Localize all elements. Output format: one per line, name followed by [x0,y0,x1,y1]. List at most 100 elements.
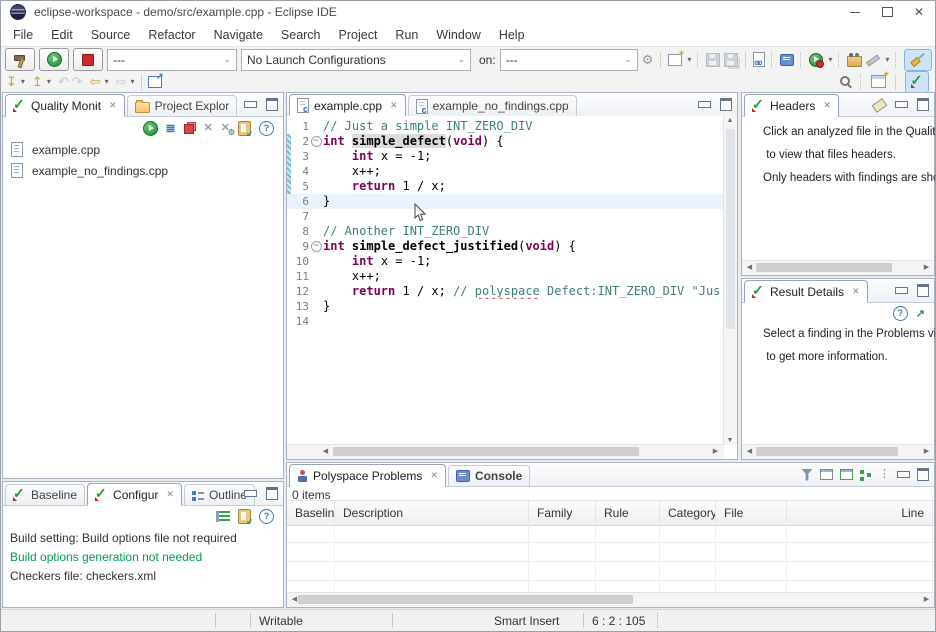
scroll-up-icon[interactable]: ▲ [724,117,736,124]
tab-headers[interactable]: Headers ✕ [744,94,839,117]
search-icon[interactable] [839,75,852,88]
help-icon[interactable]: ? [893,306,908,321]
forward-dropdown-arrow[interactable]: ▾ [130,77,134,86]
save-all-icon[interactable] [724,53,738,67]
code-line[interactable]: 13} [287,299,724,314]
maximize-panel-icon[interactable] [266,487,278,500]
close-icon[interactable]: ✕ [390,100,398,111]
back-dropdown-arrow[interactable]: ▾ [105,77,109,86]
tab-result-details[interactable]: Result Details ✕ [744,280,868,303]
build-button[interactable] [5,48,35,71]
filter-icon[interactable] [801,469,813,481]
build-config-combo[interactable]: --- ⌄ [107,49,237,71]
code-line[interactable]: 11 x++; [287,269,724,284]
menu-edit[interactable]: Edit [42,25,82,45]
open-report-icon[interactable] [840,469,853,480]
remove-results-icon[interactable] [184,122,196,134]
column-header-category[interactable]: Category [660,501,716,525]
minimize-panel-icon[interactable] [897,471,910,478]
save-icon[interactable] [706,53,720,67]
minimize-panel-icon[interactable] [698,101,711,108]
code-line[interactable]: 14 [287,314,724,329]
launch-target-combo[interactable]: --- ⌄ [500,49,638,71]
table-row[interactable] [287,562,934,581]
scrollbar-thumb[interactable] [333,447,639,456]
column-header-line[interactable]: Line [787,501,933,525]
open-type-icon[interactable] [847,56,862,67]
minimize-panel-icon[interactable] [244,490,257,497]
menu-project[interactable]: Project [330,25,387,45]
run-dropdown-arrow[interactable]: ▾ [828,55,832,64]
scrollbar-thumb[interactable] [726,129,735,329]
editor-tab-example-cpp[interactable]: example.cpp✕ [289,94,406,117]
editor-horizontal-scrollbar[interactable]: ◀ ▶ [287,444,724,459]
config-tab-baseline[interactable]: Baseline [5,484,85,505]
sort-list-icon[interactable]: ≣ [166,122,176,134]
code-line[interactable]: 8// Another INT_ZERO_DIV [287,224,724,239]
scroll-right-icon[interactable]: ▶ [920,445,933,458]
scroll-left-icon[interactable]: ◀ [743,261,756,274]
scroll-down-icon[interactable]: ▼ [724,437,736,444]
config-tab-configur[interactable]: Configur✕ [87,483,182,506]
problems-tab-polyspace-problems[interactable]: Polyspace Problems✕ [289,464,446,487]
maximize-panel-icon[interactable] [917,98,929,111]
help-icon[interactable]: ? [259,509,274,524]
external-tools-icon[interactable] [866,53,880,66]
maximize-panel-icon[interactable] [917,468,929,481]
maximize-panel-icon[interactable] [720,98,732,111]
column-header-description[interactable]: Description [335,501,529,525]
build-variables-icon[interactable] [753,52,765,67]
column-header-family[interactable]: Family [529,501,596,525]
code-line[interactable]: 1// Just a simple INT_ZERO_DIV [287,119,724,134]
maximize-button[interactable] [871,1,903,24]
close-icon[interactable]: ✕ [109,100,117,111]
copy-view-icon[interactable] [820,469,833,480]
file-list-item[interactable]: example.cpp [3,139,283,160]
polyspace-perspective-button[interactable] [905,71,929,93]
menu-help[interactable]: Help [490,25,534,45]
next-annotation-dropdown-arrow[interactable]: ▾ [21,77,25,86]
close-icon[interactable]: ✕ [430,470,438,481]
back-icon[interactable]: ⇦ [90,74,101,90]
close-button[interactable]: ✕ [903,1,935,24]
scroll-right-icon[interactable]: ▶ [709,445,722,458]
code-line[interactable]: 4 x++; [287,164,724,179]
quality-tab-quality-monit[interactable]: Quality Monit✕ [5,94,125,117]
editor-tab-example-no-findings-cpp[interactable]: example_no_findings.cpp [408,95,577,116]
menu-source[interactable]: Source [82,25,140,45]
editor-vertical-scrollbar[interactable]: ▲ ▼ [723,116,737,445]
help-icon[interactable]: ? [259,121,274,136]
problems-horizontal-scrollbar[interactable]: ◀ ▶ [287,592,934,607]
mark-occurrences-button[interactable] [904,49,932,71]
previous-annotation-dropdown-arrow[interactable]: ▾ [47,77,51,86]
code-line[interactable]: 6} [287,194,724,209]
stop-button[interactable] [73,48,103,71]
code-line[interactable]: 12 return 1 / x; // polyspace Defect:INT… [287,284,724,299]
export-config-icon[interactable] [238,509,251,524]
scrollbar-thumb[interactable] [756,263,892,272]
scroll-right-icon[interactable]: ▶ [920,593,933,606]
code-line[interactable]: 2−int simple_defect(void) { [287,134,724,149]
code-line[interactable]: 10 int x = -1; [287,254,724,269]
menu-window[interactable]: Window [427,25,489,45]
scroll-right-icon[interactable]: ▶ [920,261,933,274]
minimize-button[interactable] [839,1,871,24]
view-menu-icon[interactable]: ⋮ [879,469,890,480]
target-settings-gear-icon[interactable]: ⚙ [642,53,654,66]
delete-icon[interactable]: ✕ [204,123,213,134]
open-console-icon[interactable] [780,54,794,66]
run-last-launch-icon[interactable] [809,53,823,67]
show-options-icon[interactable] [216,511,230,522]
delete-settings-icon[interactable]: ✕ [221,123,230,134]
next-annotation-icon[interactable]: ↧ [6,74,17,90]
code-editor[interactable]: 1// Just a simple INT_ZERO_DIV2−int simp… [287,116,724,445]
fold-collapse-icon[interactable]: − [311,241,322,252]
close-icon[interactable]: ✕ [852,286,860,297]
previous-annotation-icon[interactable]: ↥ [32,74,43,90]
external-tools-dropdown-arrow[interactable]: ▾ [885,55,889,64]
maximize-panel-icon[interactable] [917,284,929,297]
column-header-file[interactable]: File [716,501,787,525]
close-icon[interactable]: ✕ [823,100,831,111]
export-results-icon[interactable] [238,121,251,136]
new-wizard-dropdown-arrow[interactable]: ▾ [687,55,691,64]
